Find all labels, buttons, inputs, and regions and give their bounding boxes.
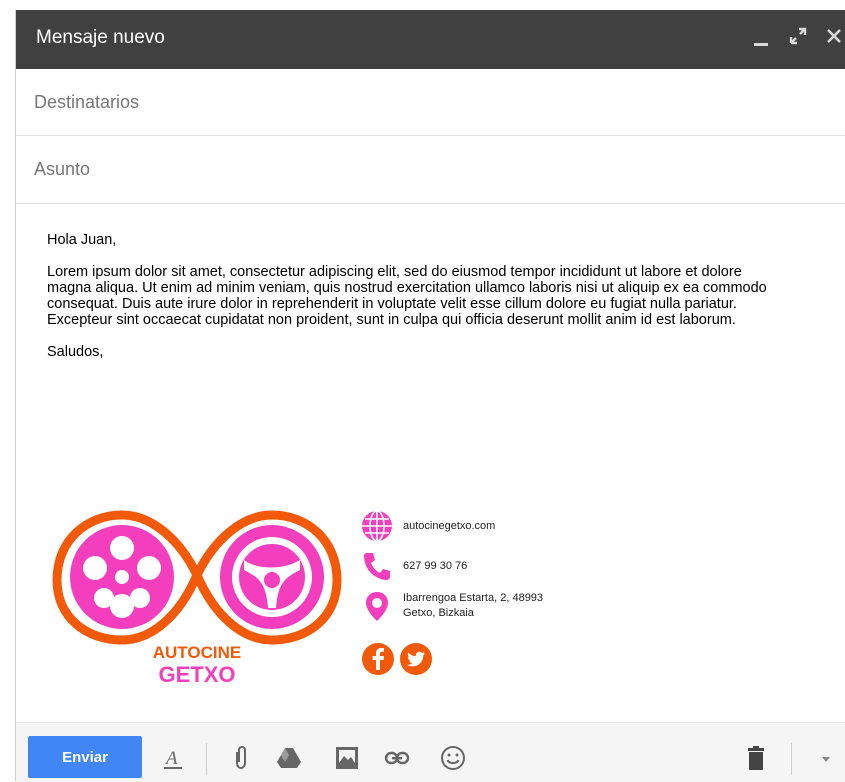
signature-address[interactable]: Ibarrengoa Estarta, 2, 48993 Getxo, Bizk…: [361, 590, 543, 622]
compose-window: Mensaje nuevo Hola Juan, Lorem ipsum dol…: [15, 10, 845, 782]
recipients-row: [16, 69, 845, 136]
toolbar-separator: [791, 743, 792, 775]
recipients-input[interactable]: [32, 91, 816, 114]
trash-icon[interactable]: [743, 745, 769, 771]
logo-text-bottom: GETXO: [158, 662, 235, 687]
subject-input[interactable]: [32, 158, 816, 181]
social-links: [361, 642, 433, 676]
location-pin-icon: [366, 592, 388, 621]
format-text-icon[interactable]: A: [160, 745, 186, 771]
svg-text:A: A: [164, 748, 178, 769]
address-text: Ibarrengoa Estarta, 2, 48993 Getxo, Bizk…: [403, 591, 543, 621]
compose-titlebar[interactable]: Mensaje nuevo: [16, 10, 845, 69]
closing-text: Saludos,: [47, 344, 104, 360]
attach-icon[interactable]: [228, 745, 254, 771]
signature-phone[interactable]: 627 99 30 76: [361, 550, 467, 582]
address-line1: Ibarrengoa Estarta, 2, 48993: [403, 592, 544, 604]
minimize-icon[interactable]: [749, 24, 773, 54]
subject-row: [16, 136, 845, 204]
phone-icon: [364, 553, 390, 580]
link-icon[interactable]: [384, 745, 410, 771]
compose-toolbar: Enviar A: [16, 722, 845, 782]
send-button[interactable]: Enviar: [28, 736, 142, 778]
globe-icon: [362, 510, 392, 542]
message-body[interactable]: Hola Juan, Lorem ipsum dolor sit amet, c…: [47, 232, 787, 376]
close-icon[interactable]: [822, 24, 845, 54]
message-paragraph: Lorem ipsum dolor sit amet, consectetur …: [47, 264, 767, 328]
logo-text-top: AUTOCINE: [153, 643, 241, 662]
more-options-icon[interactable]: [813, 745, 839, 771]
expand-icon[interactable]: [786, 24, 810, 54]
facebook-icon[interactable]: [361, 642, 395, 676]
address-line2: Getxo, Bizkaia: [403, 607, 474, 619]
greeting-text: Hola Juan,: [47, 232, 117, 248]
compose-title: Mensaje nuevo: [36, 27, 165, 48]
twitter-icon[interactable]: [399, 642, 433, 676]
phone-text: 627 99 30 76: [403, 560, 468, 572]
autocine-getxo-logo: AUTOCINE GETXO: [52, 510, 342, 687]
photo-icon[interactable]: [334, 745, 360, 771]
email-signature: AUTOCINE GETXO autocinegetxo.com 627 99 …: [16, 500, 845, 700]
website-text: autocinegetxo.com: [403, 520, 496, 532]
emoji-icon[interactable]: [440, 745, 466, 771]
drive-icon[interactable]: [276, 745, 302, 771]
signature-website[interactable]: autocinegetxo.com: [361, 510, 495, 542]
toolbar-separator: [206, 743, 207, 775]
